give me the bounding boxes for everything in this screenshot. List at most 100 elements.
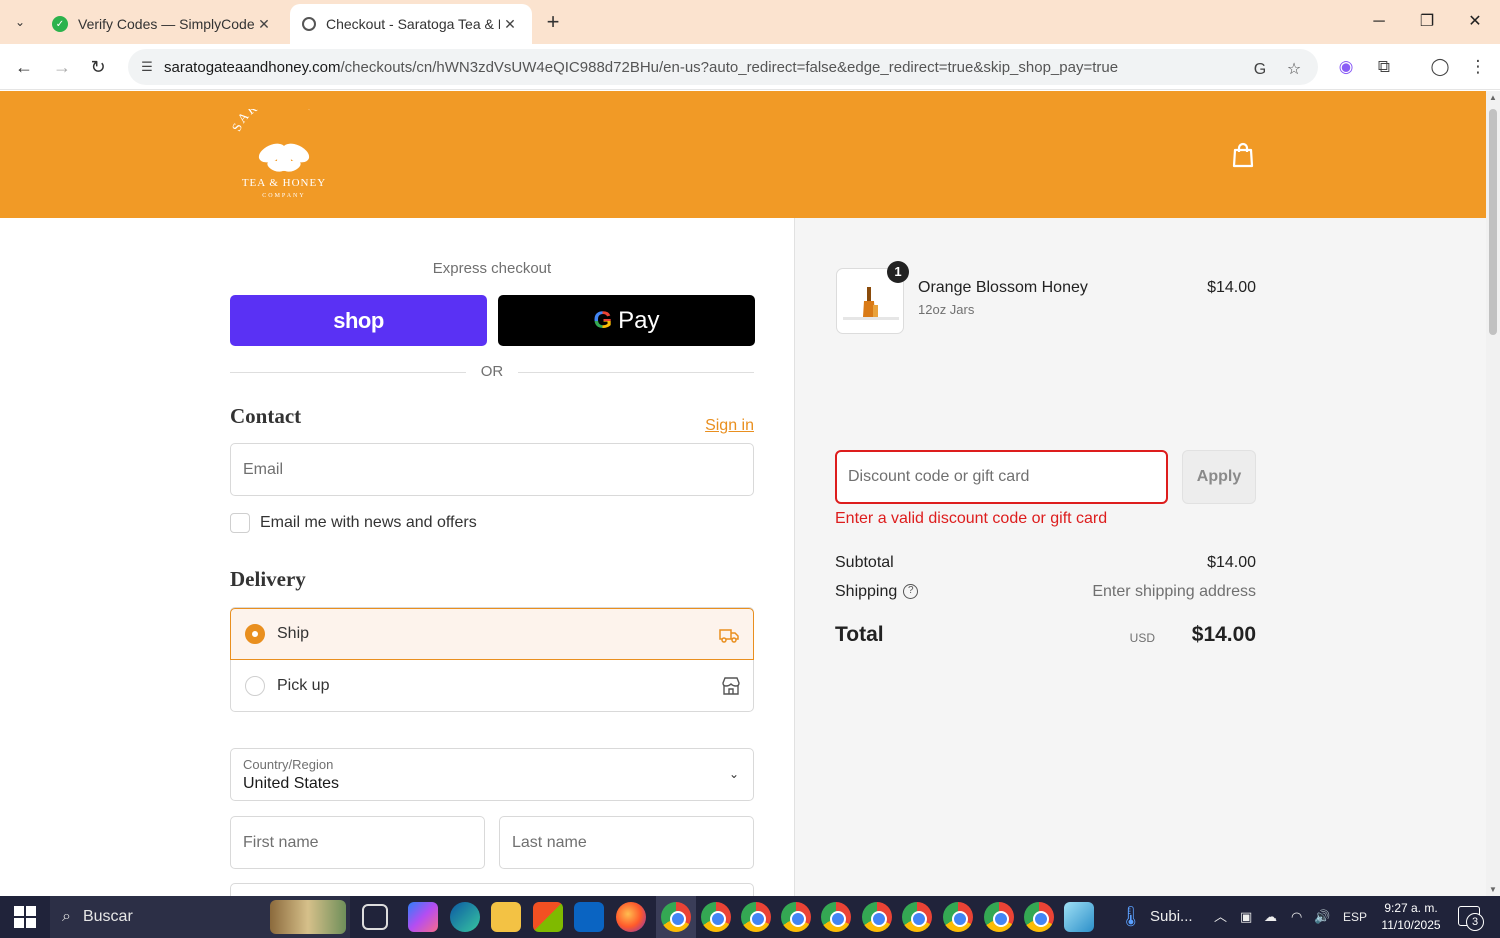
restore-icon[interactable]: ❐ [1404,8,1450,36]
file-explorer-icon[interactable] [491,902,521,932]
site-header: SARATOGA TEA & HONEY COMPANY [0,91,1486,218]
scroll-down-icon[interactable]: ▼ [1488,885,1498,894]
taskbar-search-label: Buscar [82,908,133,925]
profile-icon[interactable]: ◯ [1428,55,1452,79]
email-field[interactable]: Email [230,443,754,496]
notification-count: 3 [1466,913,1484,931]
copilot-icon[interactable] [408,902,438,932]
chrome-profile-icon[interactable] [984,902,1014,932]
reload-icon[interactable]: ↻ [84,53,112,81]
country-label: Country/Region [243,757,334,772]
news-opt-in[interactable]: Email me with news and offers [230,511,477,535]
menu-kebab-icon[interactable]: ⋮ [1466,55,1490,79]
url-host: saratogateaandhoney.com [164,58,341,76]
clock-time: 9:27 a. m. [1384,901,1438,915]
new-tab-icon[interactable]: + [540,10,566,36]
delivery-title: Delivery [230,567,306,591]
close-tab-icon[interactable]: ✕ [500,16,520,33]
saratoga-logo[interactable]: SARATOGA TEA & HONEY COMPANY [228,109,340,199]
onedrive-icon[interactable]: ☁ [1264,896,1277,938]
total-currency: USD [1129,631,1155,645]
windows-taskbar: ⌕ Buscar 🌡 Subi... ︿ ▣ ☁ ◠ 🔊 ESP 9:27 a.… [0,896,1500,938]
google-pay-label: Pay [618,306,660,334]
scroll-up-icon[interactable]: ▲ [1488,93,1498,102]
shipping-row: Shipping? Enter shipping address [835,583,1256,601]
back-icon[interactable]: ← [10,53,38,81]
checkout-form: Express checkout shop G Pay OR Contact S… [0,218,794,896]
search-icon: ⌕ [62,908,71,925]
delivery-options: Ship Pick up [230,607,754,712]
chrome-icon[interactable] [661,902,691,932]
tab-title: Verify Codes — SimplyCodes [78,16,254,32]
address-field[interactable] [230,883,754,896]
product-price: $14.00 [1207,279,1256,296]
help-icon[interactable]: ? [903,584,919,600]
weather-label[interactable]: Subi... [1150,896,1193,938]
shipping-label: Shipping [835,583,898,600]
windows-start-icon[interactable] [14,906,36,928]
checkout-page: SARATOGA TEA & HONEY COMPANY Express che… [0,91,1486,896]
chrome-profile-icon[interactable] [943,902,973,932]
ship-option[interactable]: Ship [230,608,754,660]
chrome-profile-icon[interactable] [701,902,731,932]
last-name-field[interactable]: Last name [499,816,754,869]
truck-icon [719,629,739,643]
store-icon [722,677,740,695]
taskbar-search[interactable]: ⌕ Buscar [50,896,350,938]
task-view-icon[interactable] [362,904,388,930]
chrome-profile-icon[interactable] [821,902,851,932]
chrome-profile-icon[interactable] [902,902,932,932]
clock[interactable]: 9:27 a. m. 11/10/2025 [1376,900,1446,934]
globe-icon [302,17,316,31]
site-info-icon[interactable]: ☰ [138,58,156,76]
edge-icon[interactable] [450,902,480,932]
extensions-puzzle-icon[interactable]: ⧉ [1372,55,1396,79]
bookmark-star-icon[interactable]: ☆ [1282,58,1306,82]
tab-checkout[interactable]: Checkout - Saratoga Tea & Hon ✕ [290,4,532,44]
close-window-icon[interactable]: ✕ [1452,8,1498,36]
country-value: United States [243,775,340,792]
total-value: $14.00 [1191,623,1256,646]
pickup-option[interactable]: Pick up [231,660,755,712]
volume-icon[interactable]: 🔊 [1314,896,1330,938]
minimize-icon[interactable]: ─ [1356,8,1402,36]
apply-discount-button[interactable]: Apply [1182,450,1256,504]
chrome-profile-icon[interactable] [741,902,771,932]
country-select[interactable]: Country/Region United States ⌄ [230,748,754,801]
address-bar[interactable]: ☰ saratogateaandhoney.com/checkouts/cn/h… [128,49,1318,85]
chrome-profile-icon[interactable] [1024,902,1054,932]
language-indicator[interactable]: ESP [1343,896,1367,938]
firefox-icon[interactable] [616,902,646,932]
notes-app-icon[interactable] [1064,902,1094,932]
or-divider: OR [230,362,754,382]
shop-pay-button[interactable]: shop [230,295,487,346]
discount-code-input[interactable]: Discount code or gift card [835,450,1168,504]
wifi-icon[interactable]: ◠ [1291,896,1302,938]
close-tab-icon[interactable]: ✕ [254,16,274,33]
chrome-profile-icon[interactable] [862,902,892,932]
translate-icon[interactable]: G [1248,58,1272,82]
google-pay-button[interactable]: G Pay [498,295,755,346]
first-name-field[interactable]: First name [230,816,485,869]
extension-app-icon[interactable]: ◉ [1334,55,1358,79]
subtotal-row: Subtotal $14.00 [835,554,1256,572]
svg-text:COMPANY: COMPANY [262,193,305,199]
product-name: Orange Blossom Honey [918,279,1088,296]
shopping-bag-icon[interactable] [1230,141,1256,169]
forward-icon[interactable]: → [48,53,76,81]
pickup-radio[interactable] [245,676,265,696]
chevron-up-icon[interactable]: ︿ [1214,896,1227,938]
thermometer-icon[interactable]: 🌡 [1118,896,1143,938]
tab-search-icon[interactable]: ⌄ [6,8,34,36]
outlook-icon[interactable] [574,902,604,932]
or-label: OR [480,363,504,380]
meet-icon[interactable]: ▣ [1240,896,1252,938]
page-scrollbar[interactable]: ▲ ▼ [1486,91,1500,896]
store-app-icon[interactable] [533,902,563,932]
chrome-profile-icon[interactable] [781,902,811,932]
sign-in-link[interactable]: Sign in [680,417,754,435]
ship-radio[interactable] [245,624,265,644]
news-checkbox[interactable] [230,513,250,533]
scrollbar-thumb[interactable] [1489,109,1497,335]
tab-simplycodes[interactable]: ✓ Verify Codes — SimplyCodes ✕ [40,4,286,44]
